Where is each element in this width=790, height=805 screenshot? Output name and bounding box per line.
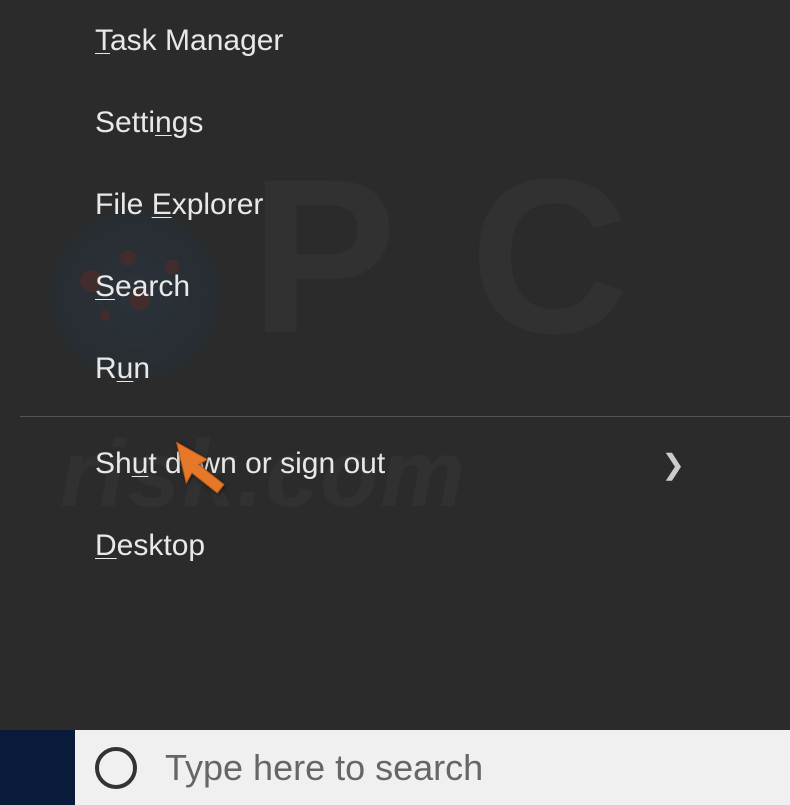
menu-item-settings[interactable]: Settings <box>20 82 790 164</box>
menu-item-label: Search <box>95 270 190 304</box>
search-placeholder: Type here to search <box>165 747 483 789</box>
menu-item-shut-down[interactable]: Shut down or sign out ❯ <box>20 423 790 505</box>
menu-item-label: Task Manager <box>95 24 283 58</box>
start-button[interactable] <box>0 730 75 805</box>
menu-item-desktop[interactable]: Desktop <box>20 505 790 587</box>
taskbar-search-box[interactable]: Type here to search <box>75 730 790 805</box>
menu-item-file-explorer[interactable]: File Explorer <box>20 164 790 246</box>
menu-item-run[interactable]: Run <box>20 328 790 410</box>
menu-item-label: Settings <box>95 106 203 140</box>
chevron-right-icon: ❯ <box>662 448 685 481</box>
menu-item-search[interactable]: Search <box>20 246 790 328</box>
menu-item-label: Shut down or sign out <box>95 447 385 481</box>
menu-item-label: Run <box>95 352 150 386</box>
menu-item-label: File Explorer <box>95 188 263 222</box>
power-user-menu: Task Manager Settings File Explorer Sear… <box>20 0 790 730</box>
menu-separator <box>20 416 790 417</box>
taskbar: Type here to search <box>0 730 790 805</box>
search-icon <box>95 747 137 789</box>
menu-item-task-manager[interactable]: Task Manager <box>20 0 790 82</box>
menu-item-label: Desktop <box>95 529 205 563</box>
